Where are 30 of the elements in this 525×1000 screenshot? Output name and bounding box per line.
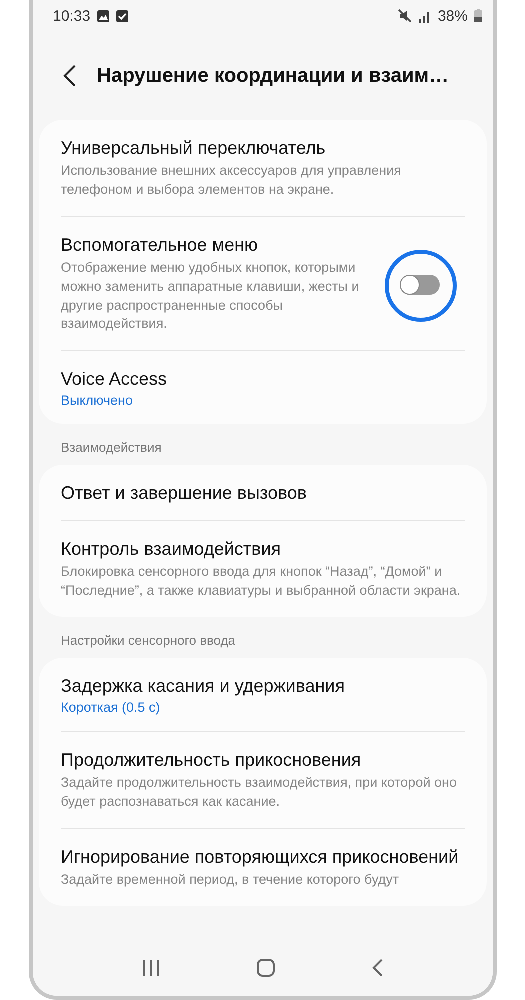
setting-value: Короткая (0.5 с) — [61, 700, 162, 716]
image-icon — [96, 10, 110, 22]
setting-description: Блокировка сенсорного ввода для кнопок “Назад”, “Домой” и “Последние”, а также клавиатуры и выбранной области экрана. — [61, 563, 462, 600]
setting-value: Выключено — [61, 393, 134, 408]
signal-icon — [418, 10, 432, 22]
setting-title[interactable]: Voice Access — [61, 369, 465, 390]
mute-icon — [398, 9, 412, 23]
back-nav-icon[interactable] — [372, 959, 384, 977]
battery-icon — [474, 9, 483, 23]
setting-title[interactable]: Вспомогательное меню — [61, 234, 375, 256]
setting-description: Задайте временной период, в течение которого будут — [61, 870, 400, 889]
battery-percent: 38% — [438, 8, 468, 24]
setting-title[interactable]: Продолжительность прикосновения — [61, 750, 465, 772]
setting-title[interactable]: Игнорирование повторяющихся прикосновений — [61, 846, 465, 868]
home-icon[interactable] — [256, 959, 275, 977]
status-time: 10:33 — [53, 8, 91, 24]
setting-title[interactable]: Контроль взаимодействия — [61, 539, 465, 560]
section-header: Настройки сенсорного ввода — [60, 632, 237, 650]
setting-description: Использование внешних аксессуаров для управления телефоном и выбора элементов на экране. — [61, 162, 402, 199]
recent-apps-icon[interactable] — [142, 959, 160, 977]
setting-title[interactable]: Ответ и завершение вызовов — [61, 483, 465, 504]
setting-description: Отображение меню удобных кнопок, которыми можно заменить аппаратные клавиши, жесты и другие распространенные способы взаимодействия. — [61, 258, 360, 334]
checkbox-icon — [116, 10, 129, 22]
page-title: Нарушение координации и взаим… — [97, 64, 450, 88]
section-header: Взаимодействия — [60, 439, 163, 458]
back-icon[interactable] — [63, 64, 77, 88]
setting-title[interactable]: Универсальный переключатель — [61, 138, 465, 159]
toggle-switch[interactable] — [400, 274, 440, 295]
setting-title[interactable]: Задержка касания и удерживания — [61, 676, 465, 698]
setting-description: Задайте продолжительность взаимодействия, при которой оно будет распознаваться как касание. — [61, 774, 458, 812]
